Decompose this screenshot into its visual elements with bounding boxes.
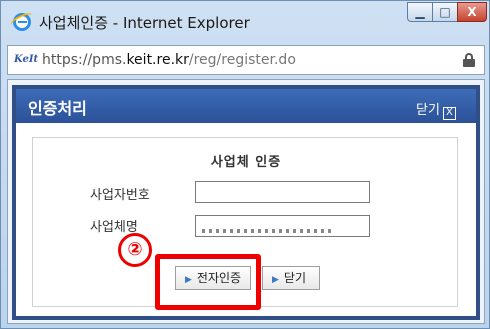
dialog-title: 인증처리 xyxy=(28,99,87,118)
dialog-close-button[interactable]: 닫기 X xyxy=(416,99,456,120)
address-bar[interactable]: KeIt https://pms.keit.re.kr/reg/register… xyxy=(7,45,485,75)
arrow-right-icon: ▶ xyxy=(272,275,279,285)
title-bar: 사업체인증 - Internet Explorer ▁ □ X xyxy=(1,1,490,41)
business-number-label: 사업자번호 xyxy=(90,188,150,203)
dialog-header: 인증처리 닫기 X xyxy=(16,89,476,123)
dialog-close-label: 닫기 xyxy=(416,103,440,118)
close-icon: X xyxy=(442,107,456,120)
form-title: 사업체 인증 xyxy=(210,155,282,170)
business-number-input[interactable] xyxy=(195,181,370,203)
url-prefix: https://pms. xyxy=(42,52,127,68)
close-window-button[interactable]: X xyxy=(457,2,487,22)
close-button[interactable]: ▶ 닫기 xyxy=(262,266,320,290)
url-text[interactable]: https://pms.keit.re.kr/reg/register.do xyxy=(42,52,296,68)
business-name-input[interactable] xyxy=(195,215,370,237)
minimize-button[interactable]: ▁ xyxy=(407,2,433,22)
step-number-marker: ② xyxy=(118,233,152,267)
highlight-box xyxy=(155,254,261,310)
close-button-label: 닫기 xyxy=(283,271,307,285)
internet-explorer-icon xyxy=(13,13,31,31)
url-path: /reg/register.do xyxy=(188,52,296,68)
window-title: 사업체인증 - Internet Explorer xyxy=(39,14,250,32)
business-name-label: 사업체명 xyxy=(90,220,138,235)
masked-value xyxy=(202,229,332,233)
lock-icon[interactable] xyxy=(463,53,475,67)
maximize-button[interactable]: □ xyxy=(432,2,458,22)
url-domain: keit.re.kr xyxy=(126,52,189,68)
site-favicon-icon: KeIt xyxy=(14,54,39,65)
